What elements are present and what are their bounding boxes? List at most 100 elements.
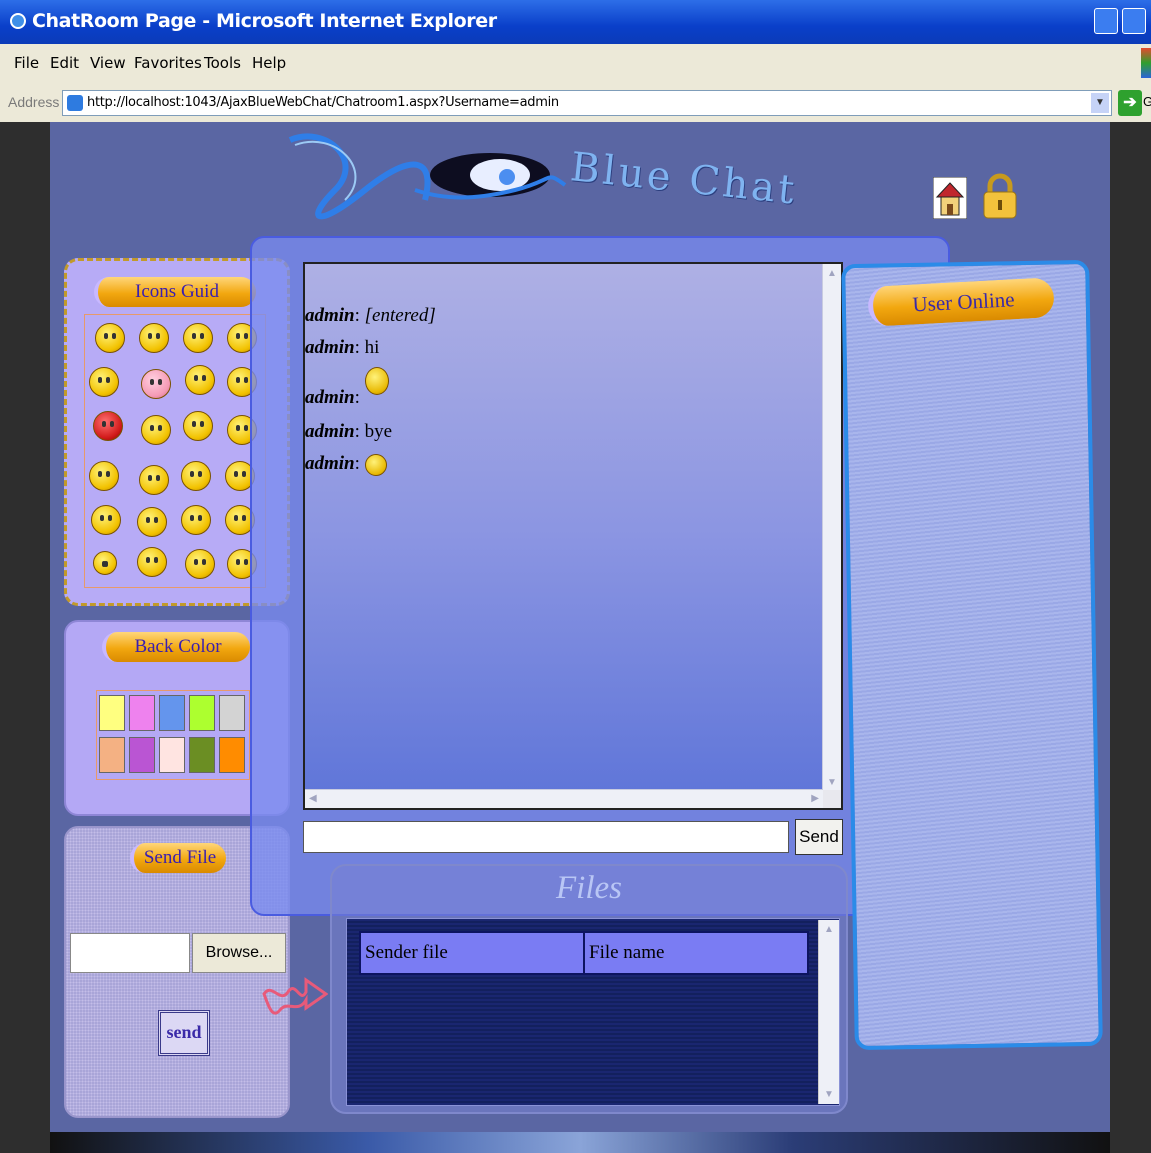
color-swatch-5[interactable] — [219, 695, 245, 731]
emoticon-19-icon[interactable] — [181, 505, 211, 535]
color-swatch-8[interactable] — [159, 737, 185, 773]
page-footer-banner — [50, 1132, 1110, 1153]
emoticon-14-icon[interactable] — [139, 465, 169, 495]
send-message-button[interactable]: Send — [795, 819, 843, 855]
scroll-right-icon[interactable]: ▶ — [811, 793, 819, 804]
emoticon-1-icon[interactable] — [95, 323, 125, 353]
message-user: admin — [305, 387, 355, 408]
message-4: admin: bye — [305, 416, 436, 448]
message-text: hi — [364, 337, 380, 358]
emoticon-15-icon[interactable] — [181, 461, 211, 491]
color-swatch-7[interactable] — [129, 737, 155, 773]
menu-bar: File Edit View Favorites Tools Help — [0, 44, 1151, 85]
message-user: admin — [305, 421, 355, 442]
back-color-title: Back Color — [102, 632, 250, 662]
scroll-up-icon[interactable]: ▲ — [824, 924, 834, 935]
page-icon — [67, 95, 83, 111]
files-scrollbar[interactable]: ▲ ▼ — [818, 920, 839, 1104]
chat-vertical-scrollbar[interactable]: ▲ ▼ — [822, 264, 841, 792]
emoticon-7-icon[interactable] — [185, 365, 215, 395]
color-swatch-1[interactable] — [99, 695, 125, 731]
address-bar: Address http://localhost:1043/AjaxBlueWe… — [0, 84, 1151, 123]
send-file-button[interactable]: send — [158, 1010, 210, 1056]
windows-logo-icon — [1141, 48, 1151, 78]
emoticon-18-icon[interactable] — [137, 507, 167, 537]
message-separator: : — [354, 337, 365, 358]
scroll-down-icon[interactable]: ▼ — [824, 1089, 834, 1100]
column-file-name: File name — [589, 942, 665, 963]
color-swatch-6[interactable] — [99, 737, 125, 773]
page-margin-right — [1110, 122, 1151, 1153]
message-3: admin: — [305, 364, 436, 416]
arrow-decoration-icon — [262, 977, 328, 1015]
column-sender-file: Sender file — [361, 933, 585, 973]
emoticon-10-icon[interactable] — [141, 415, 171, 445]
maximize-button[interactable] — [1122, 8, 1146, 34]
color-swatch-2[interactable] — [129, 695, 155, 731]
emoticon-grid — [84, 314, 266, 588]
address-dropdown-icon[interactable]: ▼ — [1091, 93, 1109, 113]
message-emoticon-icon — [364, 366, 389, 395]
message-input[interactable] — [303, 821, 789, 853]
emoticon-6-icon[interactable] — [141, 369, 171, 399]
color-swatches — [96, 690, 250, 780]
message-text: [entered] — [364, 305, 436, 326]
address-label: Address — [8, 94, 60, 110]
menu-tools[interactable]: Tools — [204, 54, 241, 72]
go-label[interactable]: G — [1143, 94, 1151, 109]
emoticon-2-icon[interactable] — [139, 323, 169, 353]
menu-favorites[interactable]: Favorites — [134, 54, 202, 72]
message-5: admin: — [305, 448, 436, 480]
menu-view[interactable]: View — [90, 54, 126, 72]
emoticon-13-icon[interactable] — [89, 461, 119, 491]
address-input[interactable]: http://localhost:1043/AjaxBlueWebChat/Ch… — [62, 90, 1112, 116]
go-button[interactable]: ➔ — [1118, 90, 1142, 116]
files-title: Files — [556, 870, 622, 906]
scroll-down-icon[interactable]: ▼ — [827, 777, 837, 788]
emoticon-21-icon[interactable] — [93, 551, 117, 575]
icons-panel-title: Icons Guid — [94, 277, 256, 307]
emoticon-22-icon[interactable] — [137, 547, 167, 577]
file-path-input[interactable] — [70, 933, 190, 973]
color-swatch-10[interactable] — [219, 737, 245, 773]
lock-icon[interactable] — [980, 172, 1020, 220]
color-swatch-9[interactable] — [189, 737, 215, 773]
message-emoticon-icon — [364, 453, 387, 476]
ie-icon — [10, 13, 26, 29]
message-separator: : — [354, 387, 365, 408]
users-online-panel — [841, 259, 1103, 1051]
message-list: admin: [entered] admin: hi admin: admin:… — [305, 300, 436, 480]
emoticon-17-icon[interactable] — [91, 505, 121, 535]
message-user: admin — [305, 305, 355, 326]
files-table-header: Sender file File name — [359, 931, 809, 975]
message-user: admin — [305, 453, 355, 474]
emoticon-3-icon[interactable] — [183, 323, 213, 353]
chat-horizontal-scrollbar[interactable]: ◀ ▶ — [305, 789, 823, 808]
message-separator: : — [354, 453, 365, 474]
message-separator: : — [354, 305, 365, 326]
menu-edit[interactable]: Edit — [50, 54, 79, 72]
scroll-left-icon[interactable]: ◀ — [309, 793, 317, 804]
window-title: ChatRoom Page - Microsoft Internet Explo… — [32, 10, 497, 32]
chat-messages[interactable]: admin: [entered] admin: hi admin: admin:… — [303, 262, 843, 810]
emoticon-9-icon[interactable] — [93, 411, 123, 441]
emoticon-11-icon[interactable] — [183, 411, 213, 441]
message-2: admin: hi — [305, 332, 436, 364]
send-file-title: Send File — [130, 843, 226, 873]
address-url: http://localhost:1043/AjaxBlueWebChat/Ch… — [87, 95, 559, 110]
message-separator: : — [354, 421, 365, 442]
color-swatch-3[interactable] — [159, 695, 185, 731]
menu-file[interactable]: File — [14, 54, 39, 72]
home-icon[interactable] — [933, 177, 967, 219]
page-margin-left — [0, 122, 50, 1153]
emoticon-23-icon[interactable] — [185, 549, 215, 579]
scroll-corner — [823, 790, 841, 808]
message-text: bye — [364, 421, 393, 442]
color-swatch-4[interactable] — [189, 695, 215, 731]
minimize-button[interactable] — [1094, 8, 1118, 34]
message-user: admin — [305, 337, 355, 358]
menu-help[interactable]: Help — [252, 54, 286, 72]
scroll-up-icon[interactable]: ▲ — [827, 268, 837, 279]
message-1: admin: [entered] — [305, 300, 436, 332]
emoticon-5-icon[interactable] — [89, 367, 119, 397]
